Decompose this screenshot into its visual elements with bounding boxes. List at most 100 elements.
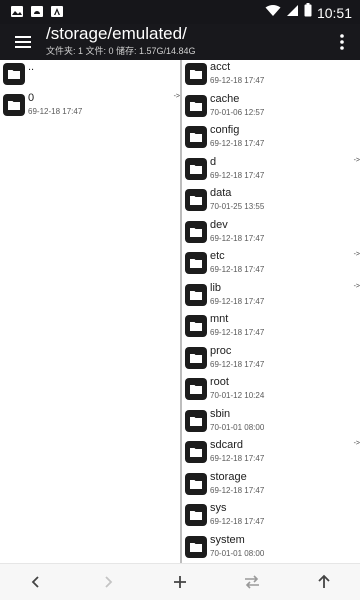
symlink-indicator: -> xyxy=(353,440,360,447)
item-date: 69-12-18 17:47 xyxy=(210,139,265,148)
folder-icon xyxy=(185,126,207,148)
folder-icon xyxy=(185,409,207,432)
list-item[interactable]: sdcard 69-12-18 17:47 -> xyxy=(182,438,360,469)
folder-icon xyxy=(185,189,207,211)
back-icon xyxy=(31,576,39,588)
signal-icon xyxy=(286,4,299,22)
item-date: 69-12-18 17:47 xyxy=(210,76,265,85)
item-name: mnt xyxy=(210,313,229,325)
folder-icon xyxy=(185,346,207,369)
list-item[interactable]: system 70-01-01 08:00 xyxy=(182,533,360,564)
item-name: etc xyxy=(210,250,225,262)
item-name: lib xyxy=(210,281,222,294)
up-icon xyxy=(318,574,330,588)
list-item[interactable]: storage 69-12-18 17:47 xyxy=(182,470,360,501)
item-date: 69-12-18 17:47 xyxy=(210,296,265,306)
right-file-pane[interactable]: acct 69-12-18 17:47 cache 70-01-06 12:57 con… xyxy=(182,60,360,563)
status-right-icons: 10:51 xyxy=(265,3,352,22)
add-button[interactable] xyxy=(170,572,190,592)
list-item[interactable]: acct 69-12-18 17:47 xyxy=(182,60,360,91)
status-time: 10:51 xyxy=(316,4,352,21)
item-date: 69-12-18 17:47 xyxy=(210,170,265,180)
item-name: sys xyxy=(210,502,227,514)
item-date: 70-01-06 12:57 xyxy=(210,107,265,117)
item-date: 69-12-18 17:47 xyxy=(210,517,265,526)
item-name: root xyxy=(210,376,229,388)
folder-icon xyxy=(185,504,207,526)
list-item[interactable]: data 70-01-25 13:55 xyxy=(182,186,360,217)
symlink-indicator: -> xyxy=(353,251,360,258)
folder-icon xyxy=(185,378,207,400)
item-name: sbin xyxy=(210,407,231,420)
item-date: 69-12-18 17:47 xyxy=(210,359,265,369)
wifi-icon xyxy=(265,4,281,22)
list-item-parent[interactable]: .. xyxy=(0,60,180,91)
swap-panes-button[interactable] xyxy=(242,572,262,592)
list-item[interactable]: proc 69-12-18 17:47 xyxy=(182,344,360,375)
item-name: d xyxy=(210,155,217,168)
item-name: config xyxy=(210,124,240,136)
item-date: 69-12-18 17:47 xyxy=(28,107,83,116)
folder-icon xyxy=(3,63,25,85)
symlink-indicator: -> xyxy=(353,282,360,290)
text-icon xyxy=(50,5,64,18)
app-bar: /storage/emulated/ 文件夹: 1 文件: 0 储存: 1.57… xyxy=(0,24,360,60)
back-button[interactable] xyxy=(26,572,46,592)
battery-icon xyxy=(304,3,312,22)
swap-icon xyxy=(245,575,259,589)
item-date: 69-12-18 17:47 xyxy=(210,454,265,463)
folder-icon xyxy=(185,94,207,117)
list-item[interactable]: 0 69-12-18 17:47 -> xyxy=(0,91,180,122)
item-name: acct xyxy=(210,61,231,73)
list-item[interactable]: cache 70-01-06 12:57 xyxy=(182,92,360,123)
item-date: 69-12-18 17:47 xyxy=(210,233,265,243)
folder-icon xyxy=(185,441,207,463)
list-item[interactable]: sbin 70-01-01 08:00 xyxy=(182,407,360,438)
list-item[interactable]: lib 69-12-18 17:47 -> xyxy=(182,281,360,312)
item-name: cache xyxy=(210,92,240,105)
item-name: data xyxy=(210,187,232,199)
item-date: 69-12-18 17:47 xyxy=(210,328,265,337)
item-name: proc xyxy=(210,344,232,357)
item-name: .. xyxy=(28,61,35,73)
item-name: dev xyxy=(210,218,228,231)
forward-icon xyxy=(105,576,113,588)
list-item[interactable]: dev 69-12-18 17:47 xyxy=(182,218,360,249)
item-date: 70-01-12 10:24 xyxy=(210,391,265,400)
folder-icon xyxy=(185,252,207,274)
forward-button[interactable] xyxy=(98,572,118,592)
folder-icon xyxy=(185,535,207,558)
item-date: 70-01-01 08:00 xyxy=(210,422,265,432)
folder-icon xyxy=(185,157,207,180)
folder-icon xyxy=(185,315,207,337)
item-name: storage xyxy=(210,470,247,483)
add-icon xyxy=(174,576,186,588)
list-item[interactable]: etc 69-12-18 17:47 -> xyxy=(182,249,360,280)
item-date: 69-12-18 17:47 xyxy=(210,265,265,274)
storage-summary: 文件夹: 1 文件: 0 储存: 1.57G/14.84G xyxy=(46,46,196,56)
up-button[interactable] xyxy=(314,572,334,592)
list-item[interactable]: config 69-12-18 17:47 xyxy=(182,123,360,154)
list-item[interactable]: sys 69-12-18 17:47 xyxy=(182,501,360,532)
page-title: /storage/emulated/ xyxy=(46,24,187,43)
bottom-toolbar xyxy=(0,563,360,600)
overflow-menu-button[interactable] xyxy=(336,30,348,54)
item-date: 70-01-25 13:55 xyxy=(210,202,265,211)
item-date: 70-01-01 08:00 xyxy=(210,548,265,558)
folder-icon xyxy=(185,283,207,306)
hamburger-icon xyxy=(15,36,31,48)
item-date: 69-12-18 17:47 xyxy=(210,485,265,495)
item-name: sdcard xyxy=(210,439,244,451)
folder-icon xyxy=(3,94,25,116)
item-name: system xyxy=(210,533,245,546)
symlink-indicator: -> xyxy=(353,156,360,164)
list-item[interactable]: root 70-01-12 10:24 xyxy=(182,375,360,406)
item-name: 0 xyxy=(28,92,35,104)
left-file-pane[interactable]: .. 0 69-12-18 17:47 -> xyxy=(0,60,180,563)
menu-button[interactable] xyxy=(12,30,36,54)
folder-icon xyxy=(185,220,207,243)
more-vert-icon xyxy=(340,34,344,50)
android-icon xyxy=(30,5,44,18)
list-item[interactable]: mnt 69-12-18 17:47 xyxy=(182,312,360,343)
list-item[interactable]: d 69-12-18 17:47 -> xyxy=(182,155,360,186)
